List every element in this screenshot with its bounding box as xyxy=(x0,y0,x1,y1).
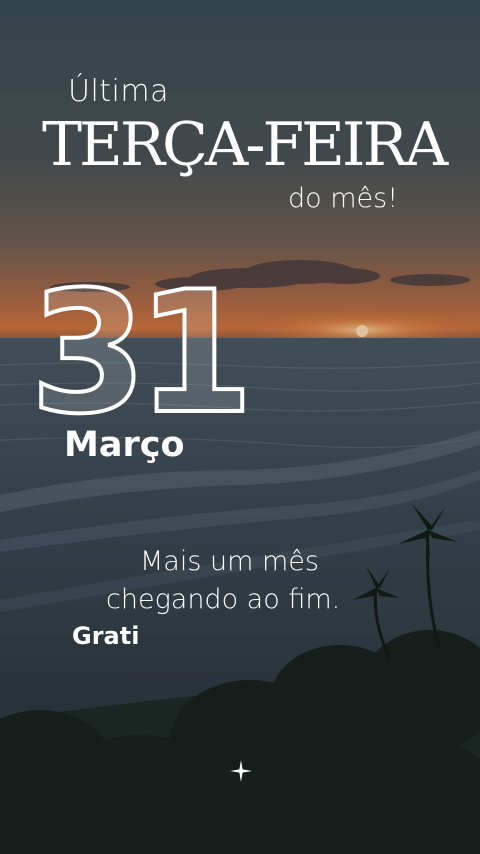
story-card: Última TERÇA-FEIRA do mês! 31 Março Mais… xyxy=(0,0,480,854)
date-day-number: 31 xyxy=(28,255,256,451)
sparkle-icon xyxy=(230,760,252,782)
date-month: Março xyxy=(64,425,185,465)
headline-do-mes: do mês! xyxy=(288,183,399,214)
headline-terca-feira: TERÇA-FEIRA xyxy=(42,110,448,180)
message-line-2: chegando ao fim. xyxy=(106,584,341,615)
signoff-text: Grati xyxy=(72,622,140,650)
message-line-1: Mais um mês xyxy=(140,546,319,577)
